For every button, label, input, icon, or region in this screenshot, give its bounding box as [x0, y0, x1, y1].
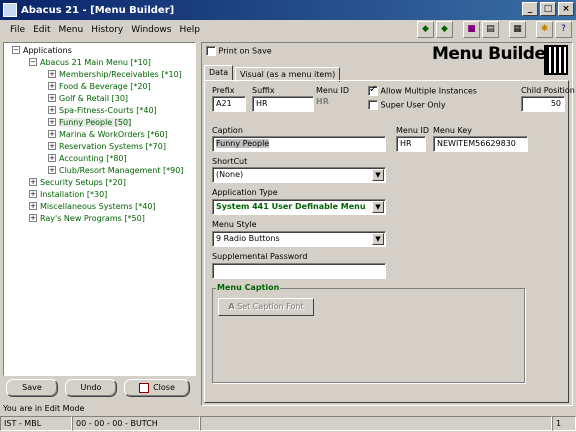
tree-node-child[interactable]: + Golf & Retail [30]	[48, 93, 128, 103]
tree-node-main-menu[interactable]: − Abacus 21 Main Menu [*10]	[29, 57, 151, 67]
menu-edit[interactable]: Edit	[29, 25, 54, 35]
expand-icon[interactable]: +	[29, 178, 37, 186]
toolbar: ◆ ◆ ■ ▤ ▦ ✱ ?	[417, 21, 572, 38]
menu-history[interactable]: History	[87, 25, 127, 35]
menu-id2-label: Menu ID	[396, 126, 430, 135]
checkbox-checked-icon[interactable]	[368, 84, 378, 96]
printer-icon[interactable]: ▤	[482, 21, 499, 38]
app-type-select[interactable]: System 441 User Definable Menu ▼	[212, 199, 386, 215]
arrow-right-icon[interactable]: ◆	[436, 21, 453, 38]
shortcut-select[interactable]: (None) ▼	[212, 167, 386, 183]
minimize-button[interactable]: _	[522, 2, 538, 16]
checkbox-icon[interactable]	[206, 46, 216, 56]
expand-icon[interactable]: +	[48, 106, 56, 114]
help-icon[interactable]: ?	[555, 21, 572, 38]
supp-password-field[interactable]	[212, 263, 386, 279]
app-type-label: Application Type	[212, 188, 278, 197]
expand-icon[interactable]: +	[29, 214, 37, 222]
caption-field[interactable]: Funny People	[212, 136, 386, 152]
super-user-checkbox[interactable]: Super User Only	[368, 100, 446, 110]
expand-icon[interactable]: +	[48, 118, 56, 126]
person-icon[interactable]: ✱	[536, 21, 553, 38]
tree-node-child[interactable]: + Club/Resort Management [*90]	[48, 165, 183, 175]
menu-builder-panel: Print on Save Menu Builder Data Visual (…	[201, 42, 575, 406]
set-caption-font-button: A Set Caption Font	[218, 298, 314, 316]
menu-style-select[interactable]: 9 Radio Buttons ▼	[212, 231, 386, 247]
expand-icon[interactable]: +	[48, 154, 56, 162]
prefix-label: Prefix	[212, 86, 235, 95]
tree-node-applications[interactable]: − Applications	[12, 45, 72, 55]
expand-icon[interactable]: +	[48, 166, 56, 174]
menu-menu[interactable]: Menu	[55, 25, 88, 35]
tree-node-funny-people[interactable]: + Funny People [50]	[48, 117, 132, 127]
status-cell-user: 00 - 00 - 00 - BUTCH	[72, 416, 200, 431]
menu-id2-field[interactable]: HR	[396, 136, 426, 152]
status-cell-empty	[200, 416, 552, 431]
chevron-down-icon[interactable]: ▼	[372, 169, 384, 181]
font-icon: A	[228, 302, 235, 311]
tree-node-child[interactable]: + Spa-Fitness-Courts [*40]	[48, 105, 157, 115]
suffix-label: Suffix	[252, 86, 275, 95]
child-position-field[interactable]: 50	[521, 96, 565, 112]
print-on-save-checkbox[interactable]: Print on Save	[206, 46, 272, 56]
door-icon	[139, 382, 150, 393]
status-cell-system: IST - MBL	[0, 416, 72, 431]
tab-data[interactable]: Data	[204, 65, 234, 81]
prefix-field[interactable]: A21	[212, 96, 246, 112]
menu-file[interactable]: File	[6, 25, 29, 35]
allow-multiple-checkbox[interactable]: Allow Multiple Instances	[368, 84, 477, 96]
close-button[interactable]: Close	[124, 379, 190, 397]
expand-icon[interactable]: +	[48, 130, 56, 138]
tree-node-rays-programs[interactable]: + Ray's New Programs [*50]	[29, 213, 145, 223]
menu-key-label: Menu Key	[433, 126, 473, 135]
expand-icon[interactable]: +	[48, 82, 56, 90]
banner-title: Menu Builder	[432, 44, 554, 64]
menu-windows[interactable]: Windows	[127, 25, 175, 35]
expand-icon[interactable]: +	[48, 142, 56, 150]
menu-caption-group-title: Menu Caption	[216, 283, 281, 292]
save-button[interactable]: Save	[6, 379, 58, 397]
expand-icon[interactable]: +	[29, 202, 37, 210]
expand-icon[interactable]: +	[48, 70, 56, 78]
tree-node-miscellaneous[interactable]: + Miscellaneous Systems [*40]	[29, 201, 156, 211]
tree-node-child[interactable]: + Marina & WorkOrders [*60]	[48, 129, 168, 139]
collapse-icon[interactable]: −	[12, 46, 20, 54]
tree-node-child[interactable]: + Accounting [*80]	[48, 153, 127, 163]
suffix-field[interactable]: HR	[252, 96, 314, 112]
expand-icon[interactable]: +	[48, 94, 56, 102]
checkbox-icon[interactable]	[368, 100, 378, 110]
shortcut-label: ShortCut	[212, 157, 248, 166]
mode-text: You are in Edit Mode	[3, 404, 85, 413]
expand-icon[interactable]: +	[29, 190, 37, 198]
app-icon	[3, 3, 17, 17]
child-position-label: Child Position	[521, 86, 575, 95]
tree-node-security[interactable]: + Security Setups [*20]	[29, 177, 126, 187]
status-bar: IST - MBL 00 - 00 - 00 - BUTCH 1	[0, 416, 576, 432]
arrow-left-icon[interactable]: ◆	[417, 21, 434, 38]
tree-node-child[interactable]: + Membership/Receivables [*10]	[48, 69, 182, 79]
menu-key-field[interactable]: NEWITEM56629830	[433, 136, 528, 152]
menu-id-value: HR	[316, 97, 329, 106]
undo-button[interactable]: Undo	[65, 379, 117, 397]
tree-node-installation[interactable]: + Installation [*30]	[29, 189, 107, 199]
menu-tree[interactable]: − Applications − Abacus 21 Main Menu [*1…	[3, 42, 196, 376]
collapse-icon[interactable]: −	[29, 58, 37, 66]
tree-node-child[interactable]: + Food & Beverage [*20]	[48, 81, 151, 91]
menu-help[interactable]: Help	[175, 25, 204, 35]
title-bar: Abacus 21 - [Menu Builder] _ □ ×	[0, 0, 576, 20]
calculator-icon[interactable]: ▦	[509, 21, 526, 38]
close-window-button[interactable]: ×	[558, 2, 574, 16]
book-icon[interactable]: ■	[463, 21, 480, 38]
chevron-down-icon[interactable]: ▼	[372, 233, 384, 245]
menu-style-label: Menu Style	[212, 220, 257, 229]
maximize-button[interactable]: □	[540, 2, 556, 16]
menu-id-label: Menu ID	[316, 86, 350, 95]
window-title: Abacus 21 - [Menu Builder]	[21, 4, 175, 16]
supp-password-label: Supplemental Password	[212, 252, 308, 261]
status-cell-page: 1	[552, 416, 576, 431]
tree-node-child[interactable]: + Reservation Systems [*70]	[48, 141, 166, 151]
caption-label: Caption	[212, 126, 243, 135]
logo-icon	[544, 45, 568, 75]
chevron-down-icon[interactable]: ▼	[372, 201, 384, 213]
